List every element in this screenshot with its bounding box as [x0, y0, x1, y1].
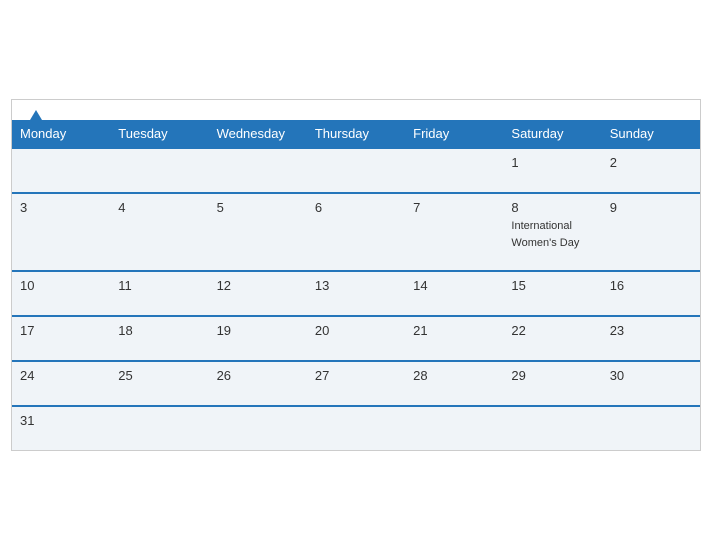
day-number: 22: [511, 323, 593, 338]
day-number: 21: [413, 323, 495, 338]
calendar-cell: [307, 406, 405, 450]
calendar-cell: 3: [12, 193, 110, 271]
calendar-cell: 23: [602, 316, 700, 361]
calendar-cell: 6: [307, 193, 405, 271]
calendar-cell: 22: [503, 316, 601, 361]
calendar-week-row: 12: [12, 148, 700, 193]
day-number: 7: [413, 200, 495, 215]
calendar-cell: 25: [110, 361, 208, 406]
day-number: 13: [315, 278, 397, 293]
logo-triangle-icon: [30, 110, 42, 120]
calendar-cell: 1: [503, 148, 601, 193]
weekday-header-tuesday: Tuesday: [110, 120, 208, 148]
day-number: 5: [217, 200, 299, 215]
calendar-week-row: 10 11 12 13 14 15 16: [12, 271, 700, 316]
day-number: 12: [217, 278, 299, 293]
weekday-header-thursday: Thursday: [307, 120, 405, 148]
day-number: 4: [118, 200, 200, 215]
day-number: 19: [217, 323, 299, 338]
calendar-cell: 11: [110, 271, 208, 316]
weekday-header-row: MondayTuesdayWednesdayThursdayFridaySatu…: [12, 120, 700, 148]
calendar-cell: [602, 406, 700, 450]
day-number: 3: [20, 200, 102, 215]
calendar-cell: 26: [209, 361, 307, 406]
calendar-cell: 24: [12, 361, 110, 406]
day-number: 24: [20, 368, 102, 383]
calendar-cell: 5: [209, 193, 307, 271]
calendar-cell: [209, 148, 307, 193]
calendar-container: MondayTuesdayWednesdayThursdayFridaySatu…: [11, 99, 701, 451]
day-number: 14: [413, 278, 495, 293]
calendar-cell: 19: [209, 316, 307, 361]
day-number: 15: [511, 278, 593, 293]
logo: [28, 110, 42, 120]
calendar-cell: 18: [110, 316, 208, 361]
day-number: 30: [610, 368, 692, 383]
calendar-header: [12, 100, 700, 120]
day-number: 1: [511, 155, 593, 170]
calendar-cell: 15: [503, 271, 601, 316]
calendar-cell: 4: [110, 193, 208, 271]
day-number: 16: [610, 278, 692, 293]
calendar-cell: 10: [12, 271, 110, 316]
calendar-cell: 29: [503, 361, 601, 406]
day-number: 20: [315, 323, 397, 338]
calendar-week-row: 17 18 19 20 21 22 23: [12, 316, 700, 361]
calendar-week-row: 31: [12, 406, 700, 450]
calendar-week-row: 3 4 5 6 7 8 International Women's Day 9: [12, 193, 700, 271]
calendar-cell: 17: [12, 316, 110, 361]
weekday-header-friday: Friday: [405, 120, 503, 148]
day-number: 18: [118, 323, 200, 338]
weekday-header-monday: Monday: [12, 120, 110, 148]
weekday-header-saturday: Saturday: [503, 120, 601, 148]
calendar-week-row: 24 25 26 27 28 29 30: [12, 361, 700, 406]
day-number: 29: [511, 368, 593, 383]
weekday-header-wednesday: Wednesday: [209, 120, 307, 148]
day-number: 9: [610, 200, 692, 215]
calendar-cell: 2: [602, 148, 700, 193]
calendar-cell: [209, 406, 307, 450]
calendar-cell: 16: [602, 271, 700, 316]
calendar-cell: 21: [405, 316, 503, 361]
day-number: 26: [217, 368, 299, 383]
calendar-cell: 7: [405, 193, 503, 271]
calendar-cell: 9: [602, 193, 700, 271]
day-number: 17: [20, 323, 102, 338]
calendar-cell: 14: [405, 271, 503, 316]
day-number: 11: [118, 278, 200, 293]
weekday-header-sunday: Sunday: [602, 120, 700, 148]
day-event: International Women's Day: [511, 220, 579, 248]
day-number: 23: [610, 323, 692, 338]
calendar-cell: 27: [307, 361, 405, 406]
calendar-grid: MondayTuesdayWednesdayThursdayFridaySatu…: [12, 120, 700, 450]
day-number: 25: [118, 368, 200, 383]
calendar-cell: [110, 148, 208, 193]
calendar-cell: 8 International Women's Day: [503, 193, 601, 271]
calendar-cell: 12: [209, 271, 307, 316]
calendar-cell: 30: [602, 361, 700, 406]
calendar-cell: [405, 406, 503, 450]
day-number: 8: [511, 200, 593, 215]
day-number: 2: [610, 155, 692, 170]
calendar-cell: 31: [12, 406, 110, 450]
day-number: 6: [315, 200, 397, 215]
calendar-cell: 20: [307, 316, 405, 361]
calendar-cell: 28: [405, 361, 503, 406]
calendar-cell: [307, 148, 405, 193]
calendar-cell: [503, 406, 601, 450]
day-number: 10: [20, 278, 102, 293]
day-number: 27: [315, 368, 397, 383]
calendar-cell: 13: [307, 271, 405, 316]
day-number: 28: [413, 368, 495, 383]
calendar-cell: [405, 148, 503, 193]
calendar-cell: [110, 406, 208, 450]
day-number: 31: [20, 413, 102, 428]
calendar-cell: [12, 148, 110, 193]
